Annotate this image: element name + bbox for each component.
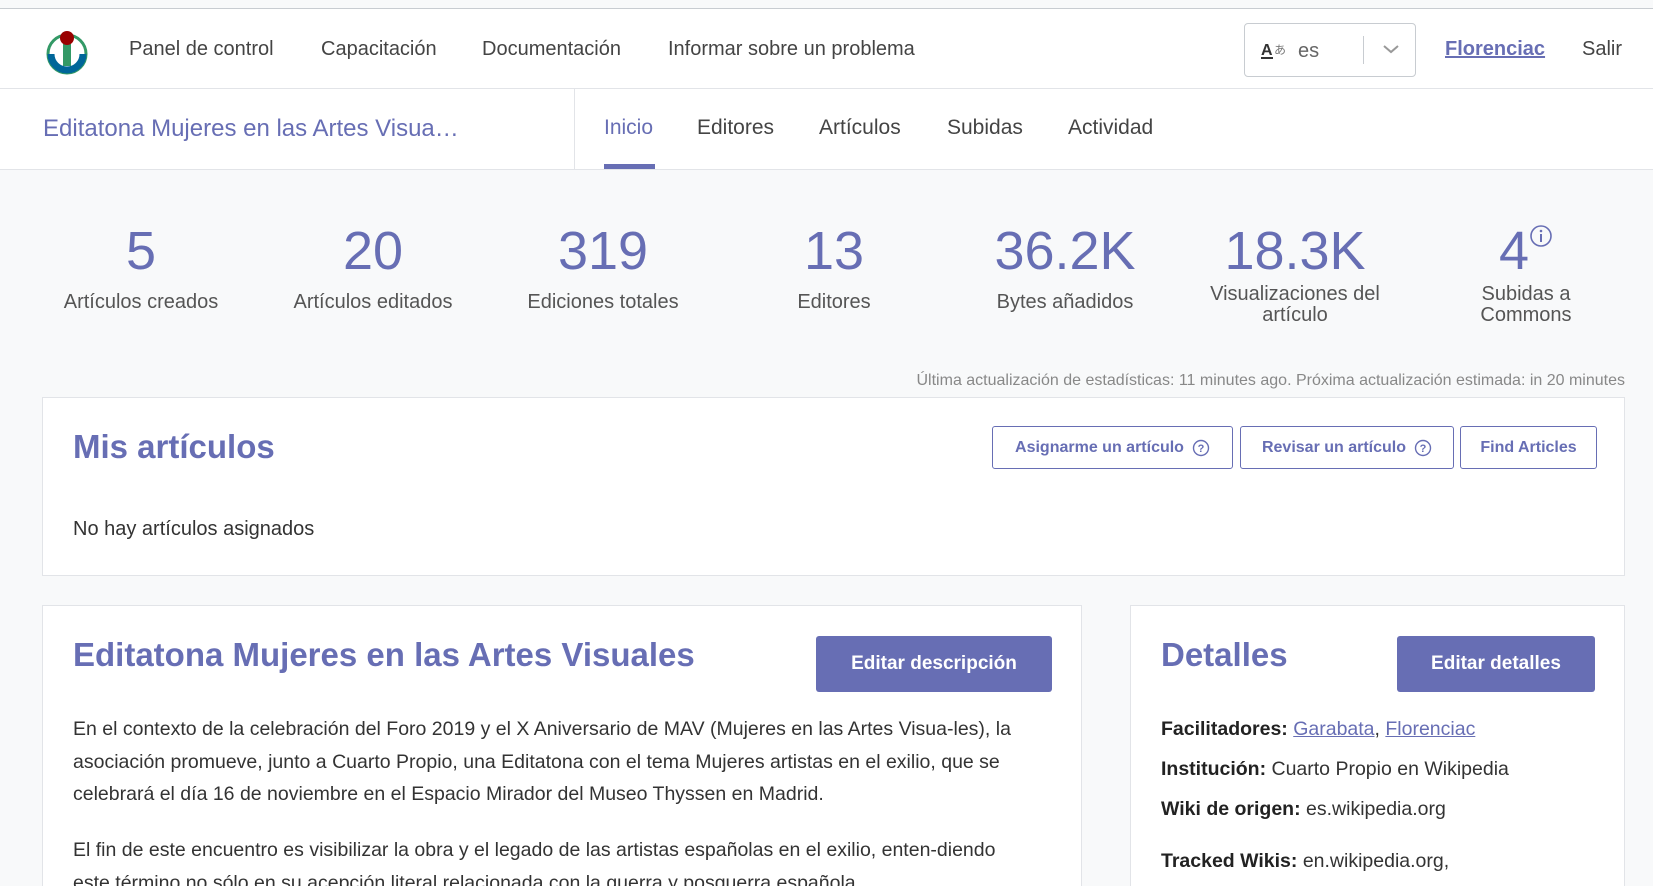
tab-subidas[interactable]: Subidas <box>947 116 1023 140</box>
stat-label: Editores <box>797 291 871 313</box>
svg-text:?: ? <box>1420 443 1427 455</box>
stat-value: 36.2K <box>994 221 1136 281</box>
stat-commons-uploads: 4 Subidas a Commons <box>1421 220 1631 326</box>
stat-bytes-added: 36.2K Bytes añadidos <box>960 220 1170 313</box>
assign-article-button[interactable]: Asignarme un artículo ? <box>992 426 1233 469</box>
stat-label: Bytes añadidos <box>996 291 1134 313</box>
svg-text:あ: あ <box>1274 43 1286 57</box>
nav-capacitacion[interactable]: Capacitación <box>321 38 437 61</box>
info-icon[interactable] <box>1529 224 1553 248</box>
facilitators-label: Facilitadores: <box>1161 718 1288 740</box>
find-articles-label: Find Articles <box>1480 438 1577 456</box>
tracked-wikis-label: Tracked Wikis: <box>1161 850 1298 872</box>
facilitator-separator: , <box>1374 718 1380 740</box>
wikimedia-logo-icon[interactable] <box>43 27 91 75</box>
stat-articles-created: 5 Artículos creados <box>36 220 246 313</box>
find-articles-button[interactable]: Find Articles <box>1460 426 1597 469</box>
home-wiki-label: Wiki de origen: <box>1161 798 1301 820</box>
stats-updated-note: Última actualización de estadísticas: 11… <box>916 372 1626 389</box>
stat-total-edits: 319 Ediciones totales <box>498 220 708 313</box>
review-article-label: Revisar un artículo <box>1261 438 1407 456</box>
facilitator-link[interactable]: Garabata <box>1293 718 1374 740</box>
stat-value: 4 <box>1498 221 1530 281</box>
institution-value: Cuarto Propio en Wikipedia <box>1271 758 1509 780</box>
assign-article-label: Asignarme un artículo <box>1015 438 1184 456</box>
stat-value: 13 <box>803 221 865 281</box>
details-heading: Detalles <box>1161 636 1288 673</box>
course-navbar: Editatona Mujeres en las Artes Visua… In… <box>0 89 1653 170</box>
description-heading: Editatona Mujeres en las Artes Visuales <box>73 636 695 673</box>
language-selector[interactable]: A あ es <box>1244 23 1416 77</box>
institution-row: Institución: Cuarto Propio en Wikipedia <box>1161 758 1509 781</box>
stat-editors: 13 Editores <box>729 220 939 313</box>
language-code: es <box>1298 40 1320 62</box>
tab-editores[interactable]: Editores <box>697 116 774 140</box>
stat-label: Visualizaciones del artículo <box>1210 283 1380 326</box>
user-profile-link[interactable]: Florenciac <box>1445 38 1545 61</box>
no-articles-message: No hay artículos asignados <box>73 518 315 540</box>
my-articles-heading: Mis artículos <box>73 428 275 465</box>
tracked-wikis-row: Tracked Wikis: en.wikipedia.org, <box>1161 850 1449 873</box>
stat-value: 319 <box>557 221 649 281</box>
help-icon: ? <box>1192 439 1210 456</box>
language-divider <box>1363 36 1364 64</box>
facilitators-row: Facilitadores: Garabata, Florenciac <box>1161 718 1475 741</box>
stat-label: Artículos editados <box>293 291 453 313</box>
edit-details-button[interactable]: Editar detalles <box>1397 636 1595 692</box>
stat-label: Subidas a Commons <box>1480 283 1572 326</box>
help-icon: ? <box>1414 439 1432 456</box>
stat-label: Artículos creados <box>63 291 219 313</box>
stat-label: Ediciones totales <box>527 291 679 313</box>
stat-value: 5 <box>125 221 157 281</box>
tab-inicio[interactable]: Inicio <box>604 116 653 140</box>
facilitator-link[interactable]: Florenciac <box>1385 718 1475 740</box>
description-panel: Editatona Mujeres en las Artes Visuales … <box>42 605 1082 886</box>
course-title[interactable]: Editatona Mujeres en las Artes Visua… <box>43 115 533 143</box>
stat-article-views: 18.3K Visualizaciones del artículo <box>1190 220 1400 326</box>
stat-articles-edited: 20 Artículos editados <box>268 220 478 313</box>
top-navbar: Panel de control Capacitación Documentac… <box>0 8 1653 89</box>
chevron-down-icon[interactable] <box>1381 42 1401 56</box>
tab-articulos[interactable]: Artículos <box>819 116 901 140</box>
description-paragraph: En el contexto de la celebración del For… <box>73 718 1011 805</box>
nav-informar-problema[interactable]: Informar sobre un problema <box>668 38 915 61</box>
stat-value-wrap: 4 <box>1421 220 1631 282</box>
nav-panel-de-control[interactable]: Panel de control <box>129 38 274 61</box>
details-panel: Detalles Editar detalles Facilitadores: … <box>1130 605 1625 886</box>
tracked-wikis-value: en.wikipedia.org, <box>1302 850 1450 872</box>
logout-link[interactable]: Salir <box>1582 38 1622 61</box>
stat-value: 18.3K <box>1224 221 1366 281</box>
svg-text:A: A <box>1261 42 1273 59</box>
review-article-button[interactable]: Revisar un artículo ? <box>1240 426 1454 469</box>
translate-icon: A あ <box>1261 42 1286 59</box>
home-wiki-row: Wiki de origen: es.wikipedia.org <box>1161 798 1446 821</box>
svg-text:?: ? <box>1198 443 1205 455</box>
course-divider <box>574 89 575 170</box>
description-paragraph: El fin de este encuentro es visibilizar … <box>73 839 996 886</box>
active-tab-indicator <box>604 164 655 169</box>
stat-value: 20 <box>342 221 404 281</box>
institution-label: Institución: <box>1161 758 1267 780</box>
tab-actividad[interactable]: Actividad <box>1068 116 1153 140</box>
home-wiki-value: es.wikipedia.org <box>1306 798 1446 820</box>
nav-documentacion[interactable]: Documentación <box>482 38 621 61</box>
edit-description-button[interactable]: Editar descripción <box>816 636 1052 692</box>
my-articles-panel: Mis artículos Asignarme un artículo ? Re… <box>42 397 1625 576</box>
